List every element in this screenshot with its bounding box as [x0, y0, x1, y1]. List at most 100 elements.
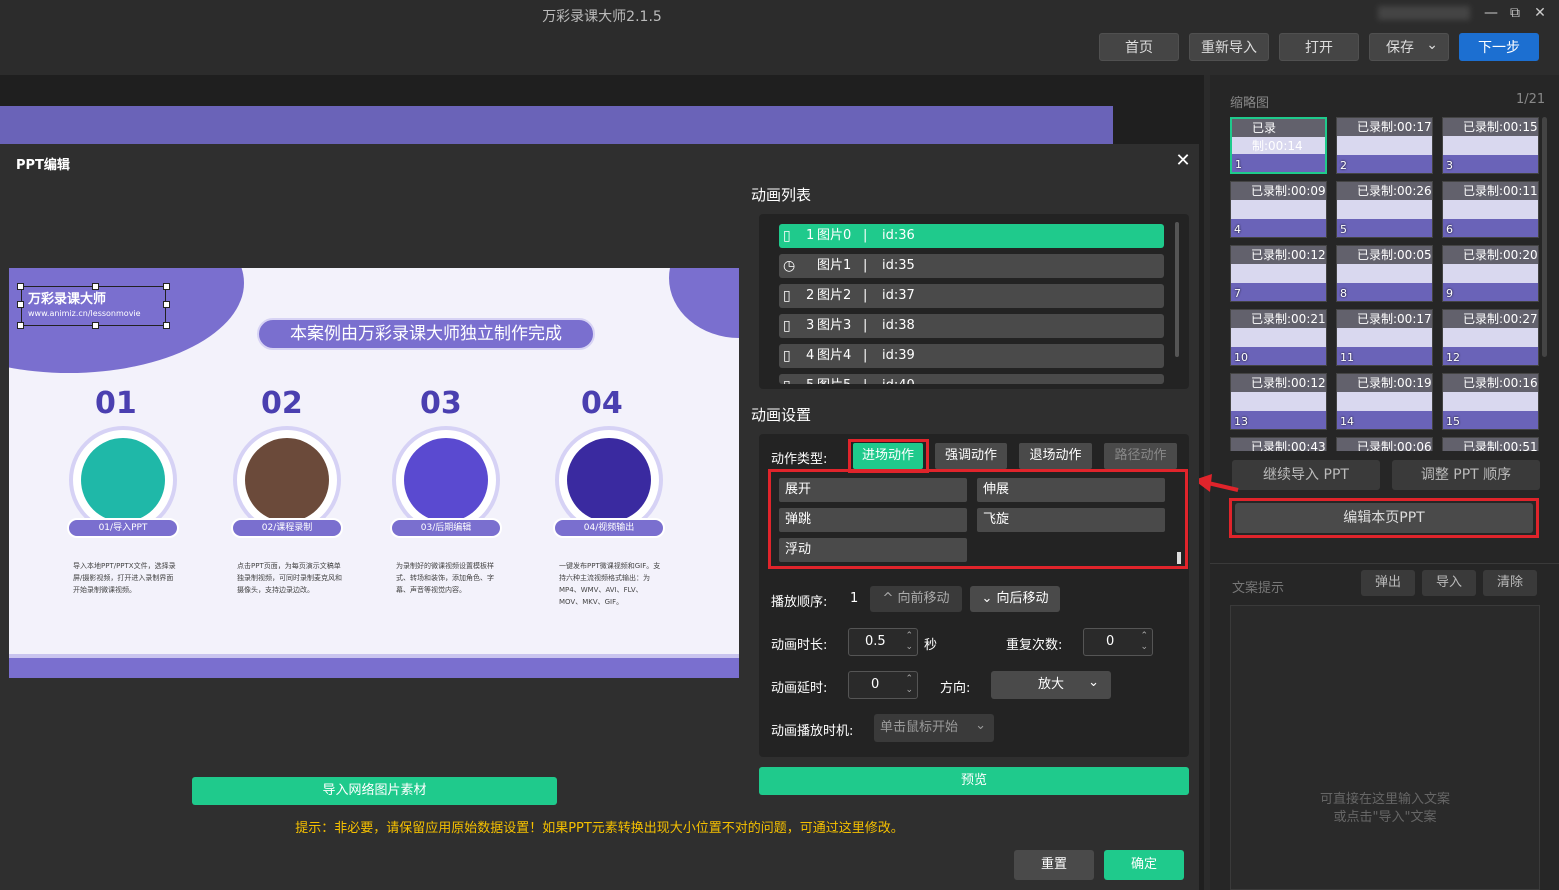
popup-button[interactable]: 弹出: [1361, 570, 1415, 596]
slide-canvas[interactable]: 万彩录课大师 www.animiz.cn/lessonmovie 本案例由万彩录…: [9, 268, 739, 678]
edit-page-ppt-button[interactable]: 编辑本页PPT: [1235, 503, 1533, 533]
preview-button[interactable]: 预览: [759, 767, 1189, 795]
import-script-button[interactable]: 导入: [1422, 570, 1476, 596]
slide-thumbnail[interactable]: 已录制:00:43: [1230, 437, 1327, 451]
thumbnails-page-count: 1/21: [1516, 92, 1546, 107]
step-description: 一键发布PPT微课视频和GIF。支持六种主流视频格式输出：为MP4、WMV、AV…: [559, 562, 661, 606]
play-order-value: 1: [850, 591, 859, 606]
step-number: 04: [581, 386, 623, 421]
step-image: [404, 438, 488, 522]
animation-row[interactable]: ◷ 图片1 | id:35: [779, 254, 1164, 278]
thumbnail-recorded-time: 已录制:00:09: [1231, 182, 1326, 200]
slide-thumbnail[interactable]: 已录制:00:16 15: [1442, 373, 1539, 430]
animation-element-name: 图片1: [817, 258, 852, 273]
timing-select[interactable]: 单击鼠标开始 ⌄: [874, 714, 994, 742]
step-description: 为录制好的微课视频设置模板样式、转场和装饰，添加角色、字幕、声音等视觉内容。: [396, 562, 494, 594]
thumbnail-number: 4: [1234, 223, 1241, 236]
confirm-button[interactable]: 确定: [1104, 850, 1184, 880]
separator: |: [863, 374, 867, 384]
timing-label: 动画播放时机:: [771, 724, 854, 739]
animation-element-name: 图片2: [817, 288, 852, 303]
thumbnail-grid: 已录制:00:14 1 已录制:00:17 2 已录制:00:15 3 已录制:00:09 4…: [1230, 117, 1542, 451]
animation-row[interactable]: ▯ 3 图片3 | id:38: [779, 314, 1164, 338]
effects-scrollbar[interactable]: [1177, 552, 1181, 564]
repeat-label: 重复次数:: [1006, 638, 1063, 653]
minimize-button[interactable]: —: [1478, 2, 1504, 24]
slide-thumbnail[interactable]: 已录制:00:05 8: [1336, 245, 1433, 302]
tab-exit[interactable]: 退场动作: [1019, 443, 1092, 469]
slide-thumbnail[interactable]: 已录制:00:17 11: [1336, 309, 1433, 366]
animation-element-id: id:36: [882, 228, 915, 243]
animation-order: 1: [806, 228, 815, 243]
script-textarea[interactable]: 可直接在这里输入文案 或点击"导入"文案: [1230, 605, 1540, 890]
stepper-arrows-icon[interactable]: ⌃ ⌄: [905, 631, 913, 653]
edit-page-highlight: 编辑本页PPT: [1229, 498, 1539, 538]
animation-row[interactable]: ▯ 1 图片0 | id:36: [779, 224, 1164, 248]
slide-thumbnail[interactable]: 已录制:00:12 13: [1230, 373, 1327, 430]
script-panel-title: 文案提示: [1232, 581, 1285, 596]
home-button[interactable]: 首页: [1099, 33, 1179, 61]
stepper-arrows-icon[interactable]: ⌃ ⌄: [1140, 631, 1148, 653]
effect-bounce[interactable]: 弹跳: [779, 508, 967, 532]
step-number: 02: [261, 386, 303, 421]
mouse-icon: ▯: [783, 374, 791, 384]
reset-button[interactable]: 重置: [1014, 850, 1094, 880]
open-button[interactable]: 打开: [1279, 33, 1359, 61]
separator: |: [863, 288, 868, 303]
thumbnail-recorded-time: 已录制:00:17: [1337, 118, 1432, 136]
slide-thumbnail[interactable]: 已录制:00:11 6: [1442, 181, 1539, 238]
slide-thumbnail[interactable]: 已录制:00:06: [1336, 437, 1433, 451]
clear-button[interactable]: 清除: [1483, 570, 1537, 596]
slide-thumbnail[interactable]: 已录制:00:17 2: [1336, 117, 1433, 174]
animation-row[interactable]: ▯ 5图片5 | id:40: [779, 374, 1164, 384]
slide-thumbnail[interactable]: 已录制:00:26 5: [1336, 181, 1433, 238]
slide-step-card: 04 04/视频输出 一键发布PPT微课视频和GIF。支持六种主流视频格式输出：为M…: [553, 386, 665, 606]
save-button[interactable]: 保存 ⌄: [1369, 33, 1449, 61]
slide-thumbnail[interactable]: 已录制:00:15 3: [1442, 117, 1539, 174]
effect-spin[interactable]: 飞旋: [977, 508, 1165, 532]
step-number: 03: [420, 386, 462, 421]
adjust-ppt-order-button[interactable]: 调整 PPT 顺序: [1392, 460, 1540, 490]
duration-stepper[interactable]: 0.5 ⌃ ⌄: [848, 628, 918, 656]
reimport-button[interactable]: 重新导入: [1189, 33, 1269, 61]
effect-expand[interactable]: 展开: [779, 478, 967, 502]
repeat-stepper[interactable]: 0 ⌃ ⌄: [1083, 628, 1153, 656]
next-step-button[interactable]: 下一步: [1459, 33, 1539, 61]
animation-row[interactable]: ▯ 2 图片2 | id:37: [779, 284, 1164, 308]
close-window-button[interactable]: ✕: [1527, 2, 1553, 24]
tab-emphasis[interactable]: 强调动作: [935, 443, 1007, 469]
animation-row[interactable]: ▯ 4 图片4 | id:39: [779, 344, 1164, 368]
move-backward-button[interactable]: ⌄ 向后移动: [970, 586, 1060, 612]
thumbnails-scrollbar[interactable]: [1542, 117, 1547, 357]
thumbnail-band: [1443, 283, 1538, 301]
move-forward-button[interactable]: ^ 向前移动: [870, 586, 962, 612]
direction-select[interactable]: 放大 ⌄: [991, 671, 1111, 699]
stepper-arrows-icon[interactable]: ⌃ ⌄: [905, 674, 913, 696]
effect-float[interactable]: 浮动: [779, 538, 967, 562]
slide-thumbnail[interactable]: 已录制:00:12 7: [1230, 245, 1327, 302]
slide-thumbnail[interactable]: 已录制:00:19 14: [1336, 373, 1433, 430]
separator: |: [863, 318, 868, 333]
chevron-down-icon[interactable]: ⌄: [1426, 31, 1438, 59]
import-web-image-button[interactable]: 导入网络图片素材: [192, 777, 557, 805]
slide-thumbnail[interactable]: 已录制:00:27 12: [1442, 309, 1539, 366]
slide-thumbnail[interactable]: 已录制:00:21 10: [1230, 309, 1327, 366]
tab-path[interactable]: 路径动作: [1104, 443, 1177, 469]
slide-thumbnail[interactable]: 已录制:00:51: [1442, 437, 1539, 451]
slide-thumbnail[interactable]: 已录制:00:14 1: [1230, 117, 1327, 174]
dialog-close-icon[interactable]: ✕: [1172, 150, 1194, 171]
thumbnail-recorded-time: 已录制:00:12: [1231, 374, 1326, 392]
separator: |: [863, 258, 868, 273]
delay-stepper[interactable]: 0 ⌃ ⌄: [848, 671, 918, 699]
animation-element-id: id:39: [882, 348, 915, 363]
animation-list-scrollbar[interactable]: [1175, 222, 1179, 357]
thumbnail-number: 8: [1340, 287, 1347, 300]
tab-entrance[interactable]: 进场动作: [853, 443, 923, 469]
separator: |: [863, 348, 868, 363]
slide-thumbnail[interactable]: 已录制:00:20 9: [1442, 245, 1539, 302]
thumbnail-band: [1337, 155, 1432, 173]
effect-stretch[interactable]: 伸展: [977, 478, 1165, 502]
restore-button[interactable]: ⧉: [1502, 2, 1528, 24]
continue-import-ppt-button[interactable]: 继续导入 PPT: [1232, 460, 1380, 490]
slide-thumbnail[interactable]: 已录制:00:09 4: [1230, 181, 1327, 238]
